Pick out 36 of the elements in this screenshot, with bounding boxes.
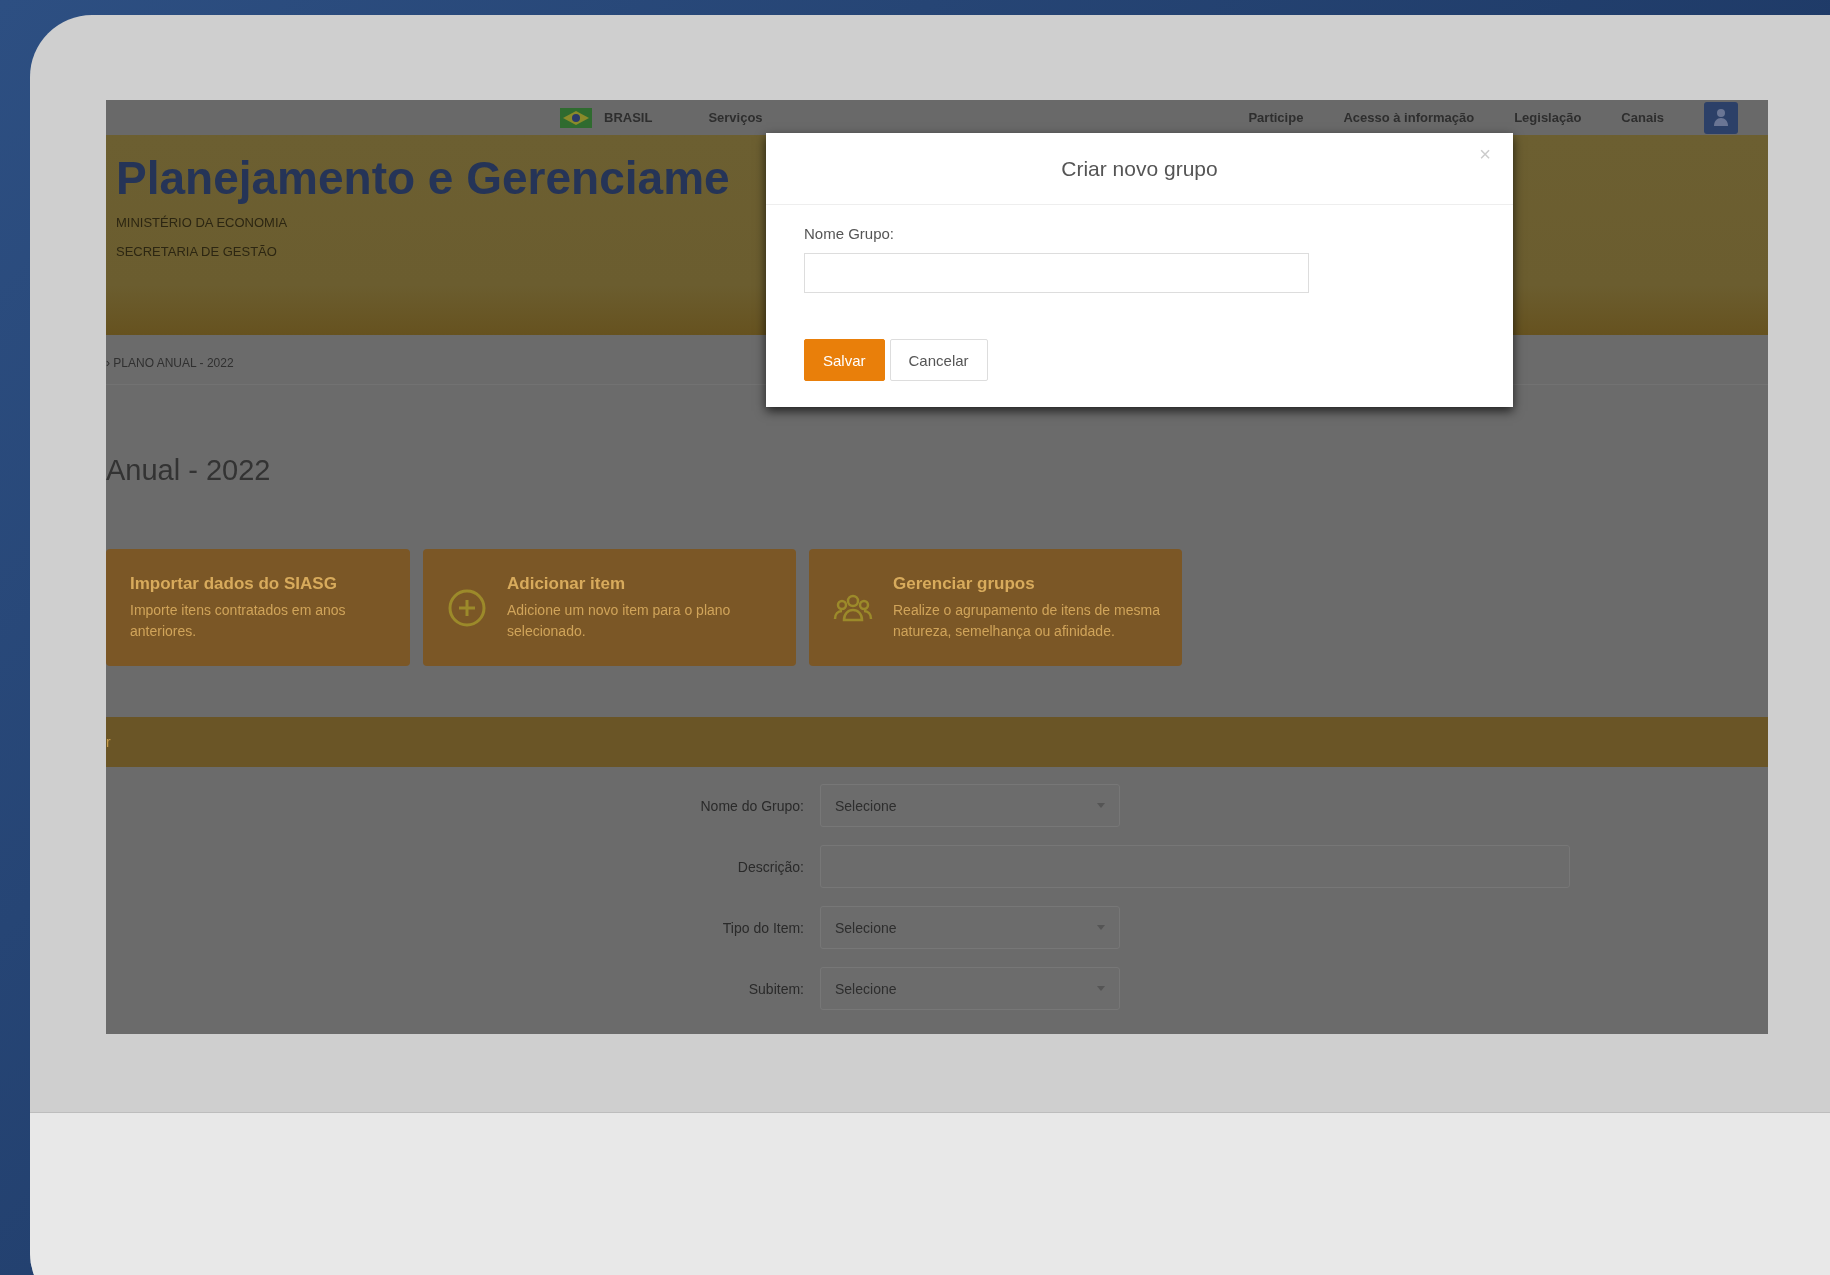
action-card[interactable]: Adicionar item Adicione um novo item para o plano selecionado. (423, 549, 796, 666)
page-title: Anual - 2022 (106, 454, 271, 486)
cancel-button[interactable]: Cancelar (889, 339, 988, 381)
select-field[interactable]: Selecione (820, 906, 1120, 949)
country-label[interactable]: BRASIL (604, 110, 653, 125)
save-button[interactable]: Salvar (804, 339, 885, 381)
field-label: Nome Grupo: (804, 225, 896, 242)
nav-link[interactable]: Serviços (708, 110, 763, 125)
close-button[interactable]: × (1479, 143, 1491, 166)
dialog-title: Criar novo grupo (1061, 156, 1218, 181)
field-label: Subitem: (748, 980, 804, 997)
select-field[interactable]: Selecione (820, 967, 1120, 1010)
breadcrumb[interactable]: › PLANO ANUAL - 2022 (106, 356, 234, 370)
nav-link[interactable]: Participe (1248, 110, 1304, 125)
action-card[interactable]: Gerenciar grupos Realize o agrupamento de itens de mesma natureza, semelhança ou afinidade. (809, 549, 1182, 666)
card-text: Importe itens contratados em anos anteriores. (130, 601, 347, 641)
action-card[interactable]: Importar dados do SIASG Importe itens contratados em anos anteriores. (106, 549, 410, 666)
field-label: Tipo do Item: (722, 919, 804, 936)
card-title: Gerenciar grupos (893, 574, 1036, 595)
site-title: Planejamento e Gerenciame (116, 151, 730, 205)
card-text: Realize o agrupamento de itens de mesma natureza, semelhança ou afinidade. (893, 601, 1161, 641)
person-icon[interactable] (1704, 101, 1738, 134)
flag-icon (560, 107, 592, 128)
nav-link[interactable]: Canais (1621, 110, 1664, 125)
field-label: Nome do Grupo: (700, 797, 804, 814)
site-subtitle: SECRETARIA DE GESTÃO (116, 244, 278, 259)
nav-link[interactable]: Legislação (1514, 110, 1582, 125)
plus-circle-icon (447, 587, 487, 628)
select-field[interactable]: Selecione (820, 784, 1120, 827)
nav-link[interactable]: Acesso à informação (1343, 110, 1475, 125)
card-title: Adicionar item (507, 574, 627, 595)
field-label: Descrição: (737, 858, 804, 875)
card-title: Importar dados do SIASG (130, 574, 338, 595)
card-text: Adicione um novo item para o plano selecionado. (507, 601, 732, 641)
section-label: r (106, 734, 111, 750)
site-subtitle: MINISTÉRIO DA ECONOMIA (116, 215, 289, 230)
